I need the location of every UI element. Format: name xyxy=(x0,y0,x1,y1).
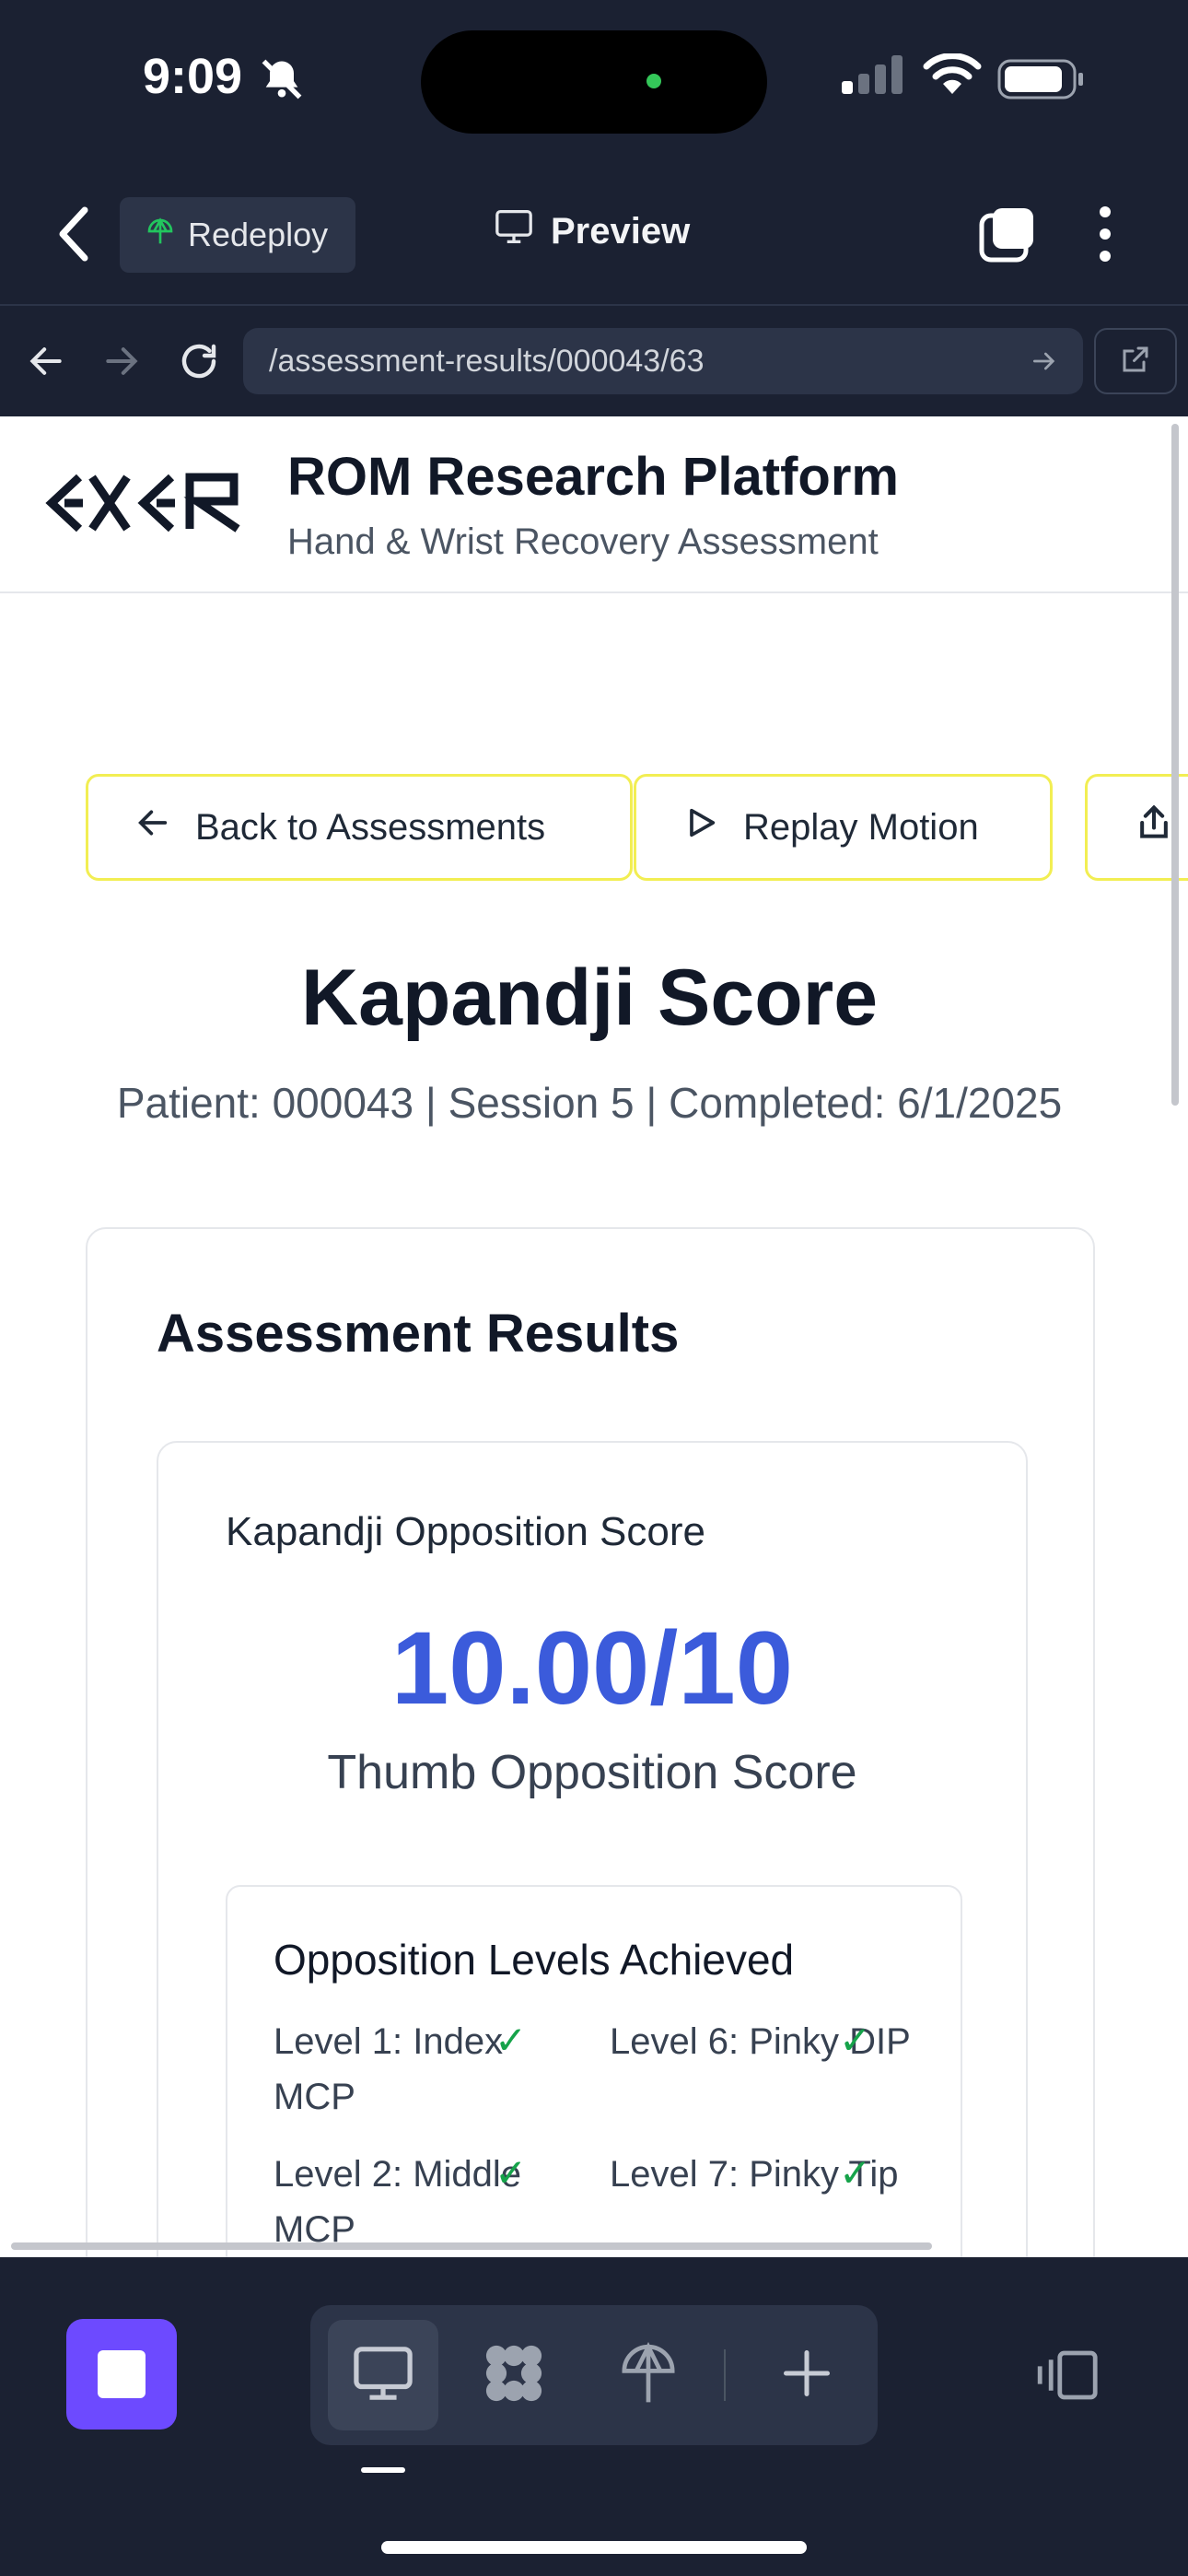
status-time: 9:09 xyxy=(143,49,243,104)
redeploy-label: Redeploy xyxy=(188,216,329,253)
redeploy-button[interactable]: Redeploy xyxy=(120,197,355,273)
battery-icon xyxy=(997,59,1086,104)
list-item: Level 2: Middle MCP xyxy=(274,2147,577,2257)
session-meta: Patient: 000043 | Session 5 | Completed:… xyxy=(116,1079,1063,1127)
score-title: Kapandji Opposition Score xyxy=(226,1509,705,1554)
score-caption: Thumb Opposition Score xyxy=(327,1746,857,1799)
replay-motion-button[interactable]: Replay Motion xyxy=(634,774,1053,881)
vertical-scrollbar[interactable] xyxy=(1171,424,1179,1106)
bell-muted-icon xyxy=(258,55,306,108)
preview-view-button[interactable] xyxy=(328,2320,438,2430)
check-icon: ✓ xyxy=(495,2019,528,2062)
url-go-icon[interactable] xyxy=(1030,346,1059,381)
horizontal-scrollbar[interactable] xyxy=(11,2242,932,2250)
site-subtitle: Hand & Wrist Recovery Assessment xyxy=(287,521,879,562)
active-tab-indicator xyxy=(361,2467,405,2473)
grid-blob-icon xyxy=(479,2338,549,2413)
monitor-icon xyxy=(494,208,534,254)
devices-icon[interactable] xyxy=(1033,2348,1100,2407)
wifi-icon xyxy=(923,53,982,100)
back-chevron-icon[interactable] xyxy=(55,205,92,268)
tabs-icon[interactable] xyxy=(978,205,1037,268)
nav-forward-icon[interactable] xyxy=(101,341,142,386)
stop-button[interactable] xyxy=(66,2319,177,2430)
level-label: Level 2: Middle MCP xyxy=(274,2154,522,2250)
site-header: ROM Research Platform Hand & Wrist Recov… xyxy=(0,416,1188,593)
toolbar-divider xyxy=(724,2349,726,2401)
deploy-icon xyxy=(146,216,175,254)
site-title: ROM Research Platform xyxy=(287,447,899,507)
preview-label: Preview xyxy=(551,210,691,252)
arrow-left-icon xyxy=(134,804,171,850)
check-icon: ✓ xyxy=(839,2151,872,2195)
deploy-view-button[interactable] xyxy=(593,2320,704,2430)
desktop-icon xyxy=(350,2344,416,2407)
workspace-view-button[interactable] xyxy=(459,2320,569,2430)
dynamic-island xyxy=(421,30,767,134)
url-text: /assessment-results/000043/63 xyxy=(269,343,705,379)
card-title: Assessment Results xyxy=(157,1304,680,1364)
back-to-assessments-label: Back to Assessments xyxy=(195,806,546,848)
url-bar[interactable]: /assessment-results/000043/63 xyxy=(243,328,1083,394)
home-indicator[interactable] xyxy=(381,2541,807,2554)
open-external-button[interactable] xyxy=(1094,328,1177,394)
score-panel: Kapandji Opposition Score 10.00/10 Thumb… xyxy=(157,1441,1028,2257)
external-link-icon xyxy=(1119,343,1152,381)
levels-title: Opposition Levels Achieved xyxy=(274,1936,795,1984)
add-tab-button[interactable] xyxy=(751,2320,862,2430)
share-icon xyxy=(1134,802,1174,852)
camera-indicator xyxy=(646,74,661,88)
check-icon: ✓ xyxy=(839,2019,872,2062)
more-options-icon[interactable] xyxy=(1096,205,1114,268)
assessment-results-card: Assessment Results Kapandji Opposition S… xyxy=(86,1227,1095,2257)
play-icon xyxy=(682,804,719,850)
webpage-viewport: ROM Research Platform Hand & Wrist Recov… xyxy=(0,416,1188,2257)
list-item: Level 1: Index MCP xyxy=(274,2014,577,2125)
levels-panel: Opposition Levels Achieved Level 1: Inde… xyxy=(226,1885,962,2257)
nav-back-icon[interactable] xyxy=(26,341,66,386)
plus-icon xyxy=(779,2346,834,2406)
cellular-signal-icon xyxy=(840,55,906,99)
preview-title[interactable]: Preview xyxy=(494,208,690,254)
stop-icon xyxy=(98,2350,146,2398)
deploy-icon xyxy=(619,2341,678,2409)
check-icon: ✓ xyxy=(495,2151,528,2195)
page-title: Kapandji Score xyxy=(300,954,879,1042)
replay-motion-label: Replay Motion xyxy=(743,806,979,848)
exer-logo xyxy=(44,470,250,541)
score-value: 10.00/10 xyxy=(391,1610,793,1726)
reload-icon[interactable] xyxy=(177,339,221,388)
back-to-assessments-button[interactable]: Back to Assessments xyxy=(86,774,633,881)
level-label: Level 1: Index MCP xyxy=(274,2021,504,2117)
